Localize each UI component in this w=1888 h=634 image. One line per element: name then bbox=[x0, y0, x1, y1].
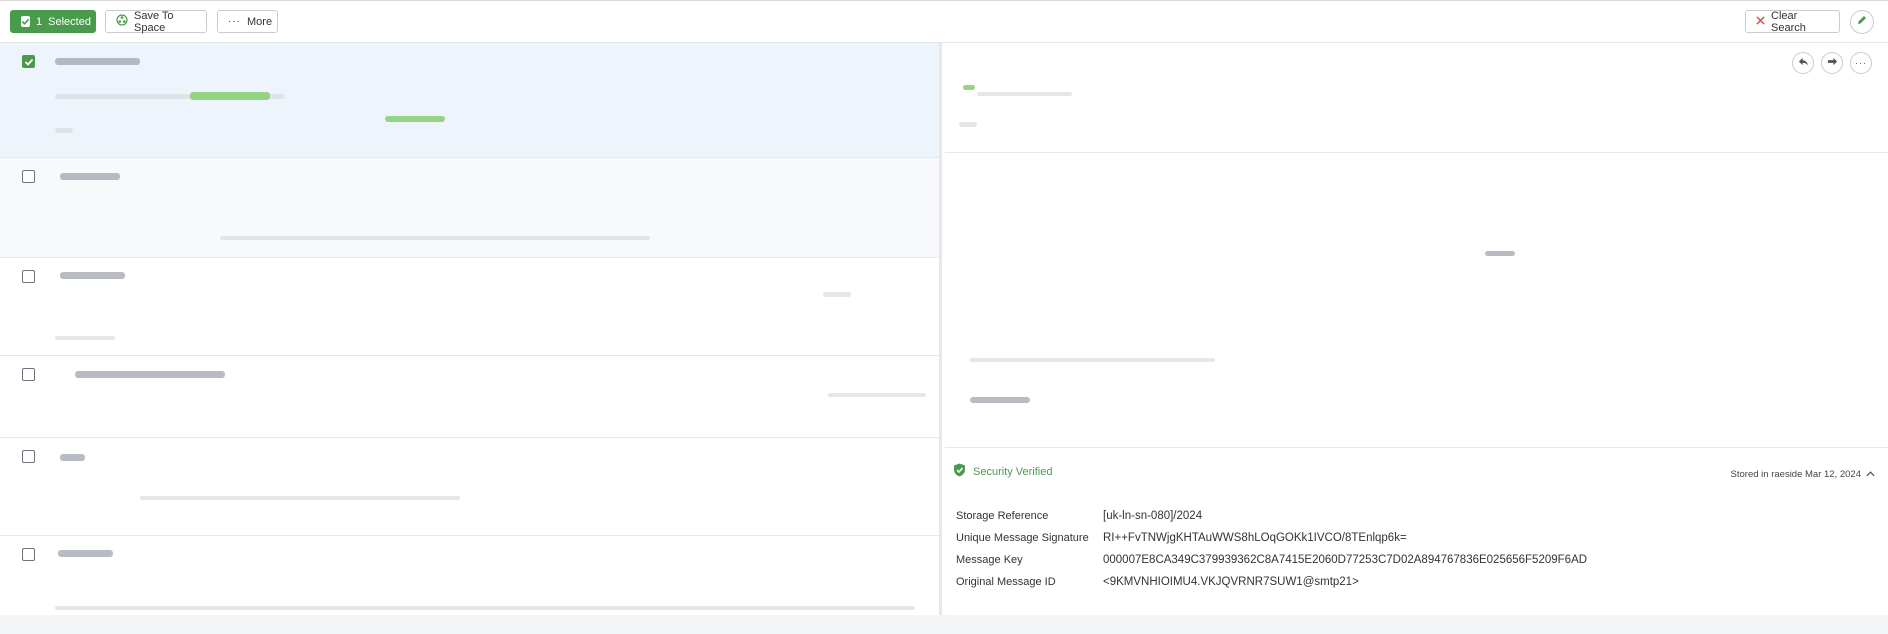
message-detail-pane: ··· Security Verified Stored in raeside … bbox=[945, 43, 1888, 615]
list-item[interactable] bbox=[0, 158, 939, 258]
shield-check-icon bbox=[953, 463, 966, 480]
forward-button[interactable] bbox=[1821, 52, 1843, 74]
blurred-sender bbox=[60, 272, 125, 279]
blurred-text bbox=[1485, 251, 1515, 256]
clear-search-button[interactable]: Clear Search bbox=[1745, 9, 1840, 34]
detail-more-button[interactable]: ··· bbox=[1850, 52, 1872, 74]
metadata-value: 000007E8CA349C379939362C8A7415E2060D7725… bbox=[1103, 554, 1588, 566]
blurred-preview bbox=[828, 393, 926, 397]
row-checkbox[interactable] bbox=[22, 270, 35, 283]
more-dots-icon: ··· bbox=[1855, 58, 1867, 68]
stored-label: Stored in raeside Mar 12, 2024 bbox=[1730, 469, 1861, 480]
metadata-value: [uk-ln-sn-080]/2024 bbox=[1103, 510, 1203, 522]
security-verified-label: Security Verified bbox=[973, 465, 1053, 478]
reply-icon bbox=[1798, 54, 1809, 72]
metadata-value: <9KMVNHIOIMU4.VKJQVRNR7SUW1@smtp21> bbox=[1103, 576, 1359, 588]
metadata-key: Unique Message Signature bbox=[956, 532, 1089, 544]
blurred-text bbox=[970, 397, 1030, 403]
more-dots-icon: ··· bbox=[228, 16, 241, 27]
row-checkbox[interactable] bbox=[22, 170, 35, 183]
reply-button[interactable] bbox=[1792, 52, 1814, 74]
list-item[interactable] bbox=[0, 258, 939, 356]
blurred-preview bbox=[55, 606, 915, 610]
message-body bbox=[945, 153, 1888, 448]
clear-search-label: Clear Search bbox=[1771, 9, 1806, 34]
blurred-text bbox=[970, 358, 1215, 362]
blurred-preview bbox=[55, 336, 115, 340]
row-checkbox[interactable] bbox=[22, 368, 35, 381]
metadata-row: Original Message ID <9KMVNHIOIMU4.VKJQVR… bbox=[956, 571, 1587, 593]
security-verified: Security Verified bbox=[953, 463, 1052, 480]
message-list bbox=[0, 43, 942, 615]
blurred-preview bbox=[140, 496, 460, 500]
blurred-sender bbox=[977, 92, 1072, 96]
more-label: More bbox=[247, 15, 273, 28]
row-checkbox[interactable] bbox=[22, 450, 35, 463]
metadata-row: Unique Message Signature RI++FvTNWjgKHTA… bbox=[956, 527, 1587, 549]
blurred-preview bbox=[220, 236, 650, 240]
list-item[interactable] bbox=[0, 43, 939, 158]
selected-count: 1 bbox=[36, 15, 43, 28]
edit-button[interactable] bbox=[1850, 10, 1874, 34]
selected-count-button[interactable]: 1 Selected bbox=[10, 10, 96, 33]
blurred-sender bbox=[58, 550, 113, 557]
list-item[interactable] bbox=[0, 356, 939, 438]
blurred-avatar bbox=[963, 85, 975, 90]
metadata-key: Original Message ID bbox=[956, 576, 1056, 588]
detail-header: ··· bbox=[945, 43, 1888, 153]
blurred-preview bbox=[55, 128, 73, 133]
save-space-icon bbox=[116, 14, 128, 29]
blurred-icon bbox=[823, 292, 851, 297]
blurred-sender bbox=[75, 371, 225, 378]
list-item[interactable] bbox=[0, 438, 939, 536]
blurred-sender bbox=[60, 454, 85, 461]
blurred-tag bbox=[190, 92, 270, 100]
forward-icon bbox=[1827, 54, 1838, 72]
message-metadata: Storage Reference [uk-ln-sn-080]/2024 Un… bbox=[956, 505, 1587, 593]
chevron-up-icon bbox=[1866, 469, 1875, 480]
metadata-row: Message Key 000007E8CA349C379939362C8A74… bbox=[956, 549, 1587, 571]
row-checkbox[interactable] bbox=[22, 548, 35, 561]
blurred-sender bbox=[55, 58, 140, 65]
storage-toggle[interactable]: Stored in raeside Mar 12, 2024 bbox=[1731, 469, 1875, 480]
app-window: 1 Selected Save To Space ··· More Clear … bbox=[0, 0, 1888, 615]
save-to-space-label: Save To Space bbox=[134, 9, 174, 34]
list-item[interactable] bbox=[0, 536, 939, 615]
selected-label: Selected bbox=[48, 15, 91, 28]
blurred-sender bbox=[60, 173, 120, 180]
metadata-key: Storage Reference bbox=[956, 510, 1049, 522]
more-button[interactable]: ··· More bbox=[217, 10, 278, 33]
metadata-key: Message Key bbox=[956, 554, 1023, 566]
metadata-value: RI++FvTNWjgKHTAuWWS8hLOqGOKk1IVCO/8TEnlq… bbox=[1103, 532, 1407, 544]
blurred-tag bbox=[385, 116, 445, 122]
checkbox-icon bbox=[21, 16, 30, 27]
blurred-meta bbox=[959, 122, 977, 127]
save-to-space-button[interactable]: Save To Space bbox=[105, 9, 207, 34]
close-icon bbox=[1756, 15, 1765, 28]
metadata-row: Storage Reference [uk-ln-sn-080]/2024 bbox=[956, 505, 1587, 527]
edit-icon bbox=[1856, 13, 1868, 31]
toolbar: 1 Selected Save To Space ··· More Clear … bbox=[0, 1, 1888, 43]
row-checkbox[interactable] bbox=[22, 55, 35, 68]
